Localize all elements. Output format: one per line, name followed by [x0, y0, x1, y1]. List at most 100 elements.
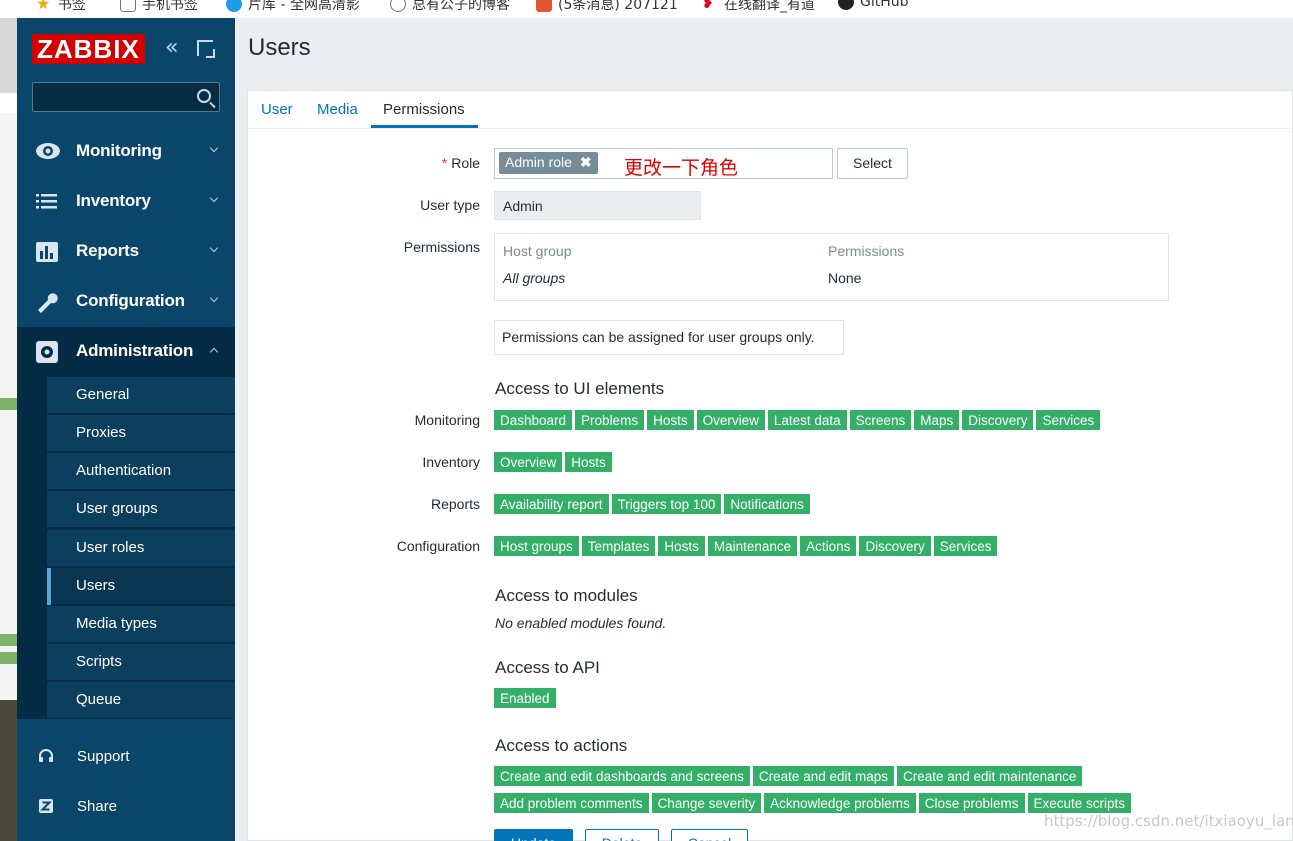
ui-tag: Hosts [565, 452, 612, 472]
tab-media[interactable]: Media [317, 101, 358, 118]
submenu-general[interactable]: General [47, 377, 235, 414]
permissions-table: Host group Permissions All groups None [494, 233, 1169, 301]
list-icon [35, 191, 59, 213]
remove-role-icon[interactable]: ✖ [580, 154, 592, 174]
submenu-user-groups[interactable]: User groups [47, 491, 235, 528]
role-chip: Admin role ✖ [499, 152, 598, 174]
tab-permissions[interactable]: Permissions [383, 101, 465, 118]
permissions-note: Permissions can be assigned for user gro… [494, 320, 844, 355]
bookmark-item[interactable]: 手机书签 [120, 0, 198, 14]
wrench-icon [35, 291, 59, 313]
bookmark-item[interactable]: 片库 - 全网高清影 [226, 0, 360, 14]
ui-tag: Hosts [658, 536, 705, 556]
ui-tag: Actions [800, 536, 857, 556]
cancel-button[interactable]: Cancel [671, 829, 748, 841]
search-icon[interactable] [197, 89, 211, 103]
ui-tag: Host groups [494, 536, 579, 556]
ui-tag: Screens [849, 410, 912, 430]
action-tag: Create and edit maintenance [897, 766, 1083, 786]
submenu-authentication[interactable]: Authentication [47, 453, 235, 490]
ui-tag: Hosts [647, 410, 694, 430]
reports-label: Reports [430, 496, 480, 512]
mobile-icon [120, 0, 136, 12]
submenu-media-types[interactable]: Media types [47, 606, 235, 643]
chevron-down-icon [209, 293, 219, 303]
zabbix-logo[interactable]: ZABBIX [32, 34, 145, 64]
ui-tag: Latest data [767, 410, 847, 430]
table-cell: None [828, 270, 862, 286]
api-status-badge: Enabled [494, 688, 556, 708]
ui-tag: Notifications [724, 494, 810, 514]
submenu-user-roles[interactable]: User roles [47, 530, 235, 567]
select-role-button[interactable]: Select [837, 148, 908, 179]
submenu-scripts[interactable]: Scripts [47, 644, 235, 681]
share-link[interactable]: Share [17, 783, 235, 833]
headset-icon [38, 748, 54, 768]
bookmarks-bar: ★ 书签 手机书签 片库 - 全网高清影 总有公子的博客 (5条消息) 20712… [0, 0, 1293, 18]
api-tags: Enabled [494, 688, 556, 708]
actions-title: Access to actions [495, 736, 628, 755]
bookmark-item[interactable]: ❥ 在线翻译_有道 [702, 0, 815, 14]
tab-user[interactable]: User [261, 101, 293, 118]
submenu-queue[interactable]: Queue [47, 682, 235, 719]
delete-button[interactable]: Delete [585, 829, 659, 841]
support-link[interactable]: Support [17, 733, 235, 783]
chevron-up-icon [209, 347, 219, 357]
search-input[interactable] [32, 82, 220, 112]
update-button[interactable]: Update [494, 829, 573, 841]
globe-icon [390, 0, 406, 12]
bookmark-item[interactable]: (5条消息) 207121 [536, 0, 678, 14]
site-icon [226, 0, 242, 12]
menu-reports[interactable]: Reports [17, 227, 235, 277]
menu-configuration[interactable]: Configuration [17, 277, 235, 327]
modules-title: Access to modules [495, 586, 638, 605]
action-tag: Close problems [918, 793, 1025, 813]
ui-tag: Services [1036, 410, 1101, 430]
bookmark-item[interactable]: GitHub [838, 0, 909, 10]
monitoring-label: Monitoring [414, 412, 480, 428]
table-header: Permissions [828, 243, 905, 259]
chevron-down-icon [209, 243, 219, 253]
ui-tag: Maps [914, 410, 960, 430]
ui-tag: Overview [494, 452, 563, 472]
api-title: Access to API [495, 658, 600, 677]
table-header: Host group [503, 243, 572, 259]
bookmark-item[interactable]: ★ 书签 [36, 0, 86, 14]
submenu-proxies[interactable]: Proxies [47, 415, 235, 452]
actions-tags-row1: Create and edit dashboards and screens C… [494, 766, 1083, 786]
action-tag: Change severity [651, 793, 762, 813]
role-multiselect[interactable]: Admin role ✖ 更改一下角色 [494, 148, 833, 179]
submenu-users[interactable]: Users [47, 568, 235, 605]
youdao-icon: ❥ [702, 0, 714, 12]
eye-icon [35, 141, 60, 163]
bookmark-item[interactable]: 总有公子的博客 [390, 0, 510, 14]
inventory-tags: Overview Hosts [494, 452, 612, 472]
bar-chart-icon [35, 241, 59, 263]
gear-icon [35, 341, 59, 363]
main-content: Users User Media Permissions * Role Admin… [235, 18, 1293, 841]
watermark-text: https://blog.csdn.net/itxiaoyu_lang [1044, 812, 1293, 830]
collapse-sidebar-button[interactable]: « [165, 37, 178, 59]
ui-tag: Templates [581, 536, 656, 556]
permissions-label: Permissions [403, 239, 480, 255]
star-icon: ★ [36, 0, 51, 13]
ui-tag: Discovery [962, 410, 1034, 430]
menu-monitoring[interactable]: Monitoring [17, 127, 235, 177]
action-tag: Create and edit dashboards and screens [494, 766, 750, 786]
ui-tag: Problems [575, 410, 645, 430]
menu-administration[interactable]: Administration [17, 327, 235, 377]
menu-inventory[interactable]: Inventory [17, 177, 235, 227]
inventory-label: Inventory [422, 454, 480, 470]
page-title: Users [248, 34, 311, 61]
table-cell: All groups [503, 270, 566, 286]
csdn-icon [536, 0, 552, 12]
active-tab-indicator [371, 125, 478, 128]
ui-tag: Availability report [494, 494, 609, 514]
ui-tag: Overview [696, 410, 765, 430]
user-type-label: User type [420, 197, 480, 213]
configuration-label: Configuration [396, 538, 480, 554]
actions-tags-row2: Add problem comments Change severity Ack… [494, 793, 1132, 813]
kiosk-mode-icon[interactable] [197, 40, 215, 58]
user-type-field: Admin [494, 191, 701, 220]
sidebar: ZABBIX « Monitoring Inventory Reports Co… [17, 18, 235, 841]
